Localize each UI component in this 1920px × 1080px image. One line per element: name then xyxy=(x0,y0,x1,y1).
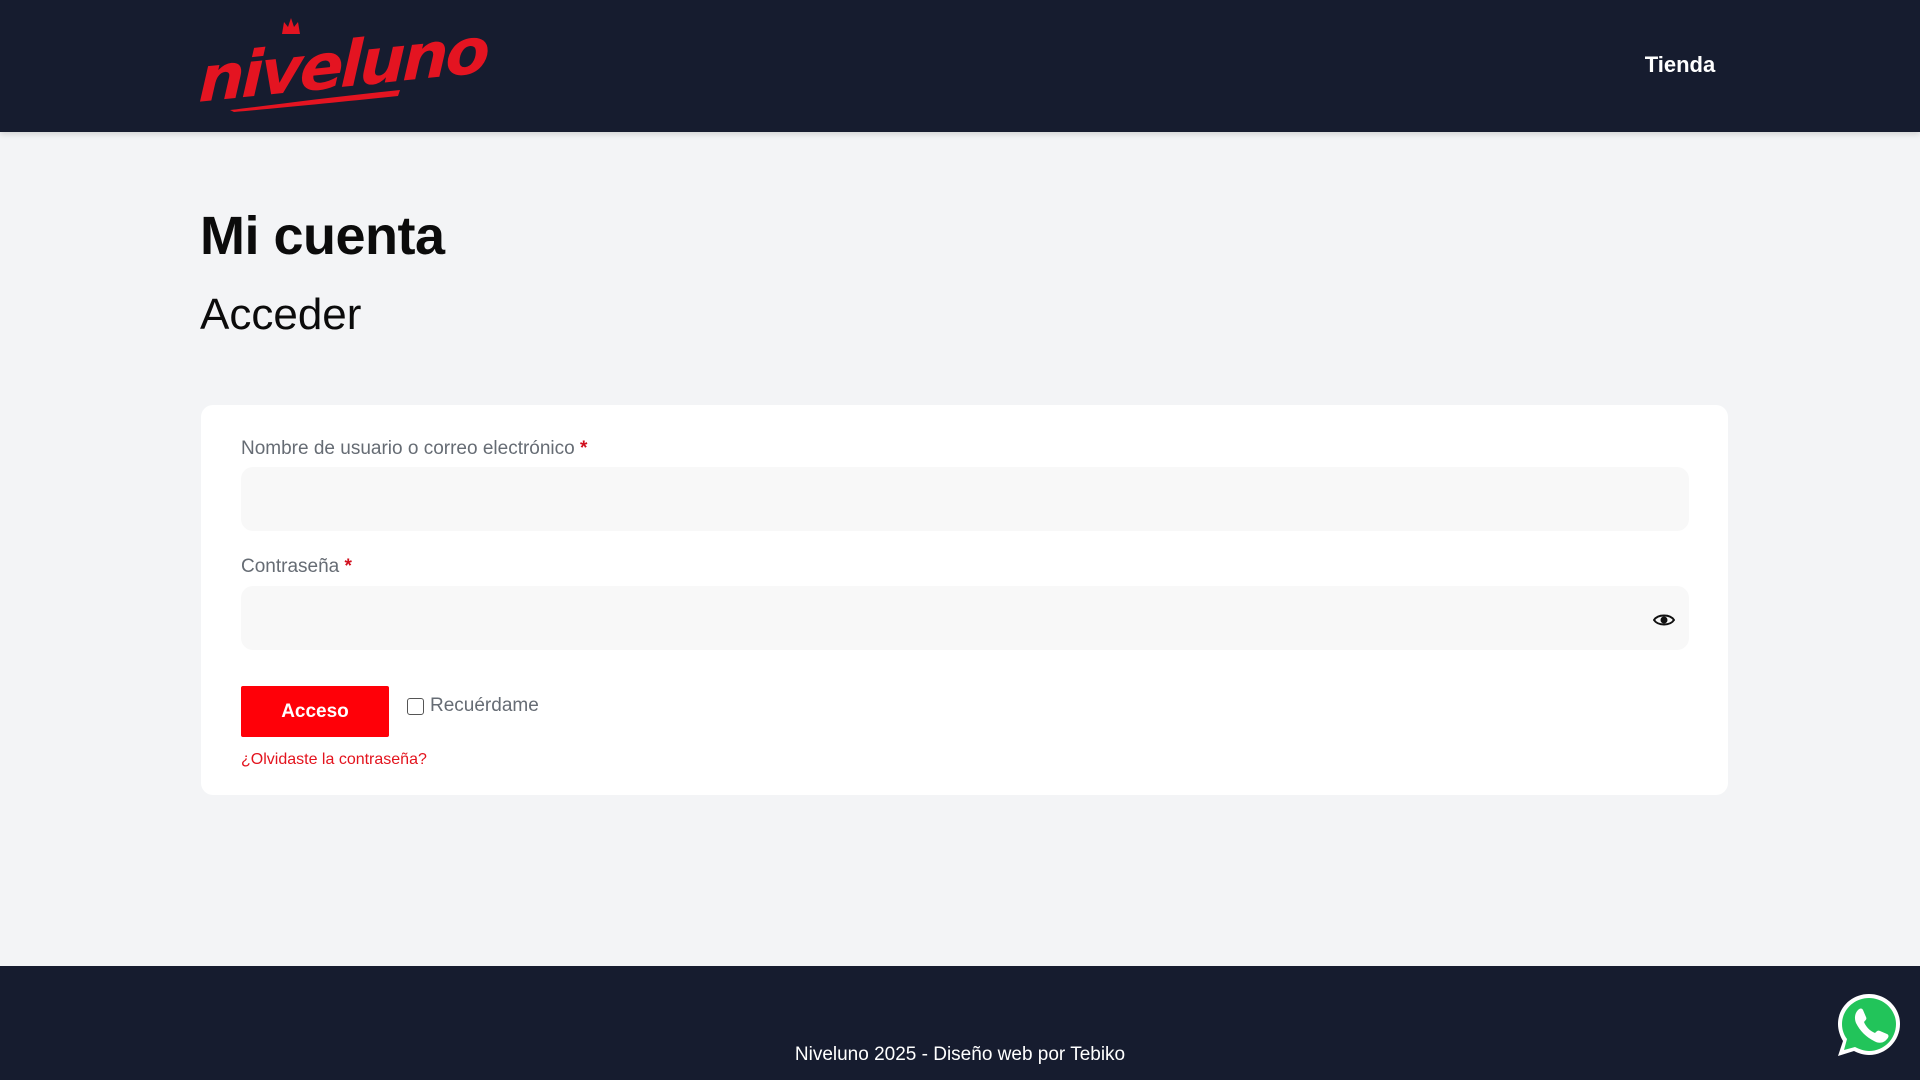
site-header: niveluno Tienda xyxy=(0,0,1920,132)
forgot-password-link[interactable]: ¿Olvidaste la contraseña? xyxy=(241,751,427,769)
whatsapp-icon[interactable] xyxy=(1834,990,1904,1060)
password-input[interactable] xyxy=(241,586,1689,650)
remember-checkbox[interactable] xyxy=(407,697,424,715)
password-label: Contraseña * xyxy=(241,556,352,577)
site-footer: Niveluno 2025 - Diseño web por Tebiko xyxy=(0,966,1920,1080)
nav-link-tienda[interactable]: Tienda xyxy=(1620,50,1740,80)
eye-icon[interactable] xyxy=(1653,612,1675,628)
login-button[interactable]: Acceso xyxy=(241,686,389,737)
footer-text: Niveluno 2025 - Diseño web por Tebiko xyxy=(794,1044,1126,1065)
required-marker: * xyxy=(580,438,588,459)
section-title: Acceder xyxy=(200,290,362,339)
page-title: Mi cuenta xyxy=(200,206,445,266)
login-form: Nombre de usuario o correo electrónico *… xyxy=(201,405,1728,795)
required-marker: * xyxy=(344,556,352,577)
site-logo[interactable]: niveluno xyxy=(197,14,488,117)
remember-label: Recuérdame xyxy=(430,695,539,716)
remember-me[interactable]: Recuérdame xyxy=(407,694,539,718)
username-label: Nombre de usuario o correo electrónico * xyxy=(241,438,588,459)
username-input[interactable] xyxy=(241,467,1689,531)
logo-swoosh xyxy=(230,90,400,112)
